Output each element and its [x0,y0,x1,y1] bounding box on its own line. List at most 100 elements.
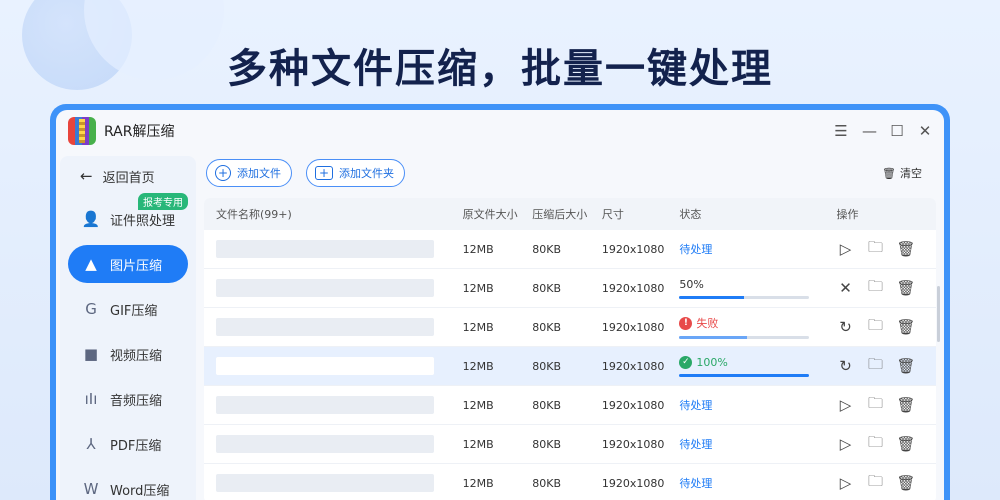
sidebar-item-label: 图片压缩 [110,258,163,274]
trash-icon[interactable]: 🗑 [897,396,916,414]
play-icon[interactable]: ▷ [837,435,855,453]
sidebar-item-word[interactable]: W Word压缩 [68,470,188,500]
image-compress-icon: ▲ [85,255,97,273]
back-home-button[interactable]: ← 返回首页 [60,156,196,196]
progress-bar [679,295,810,299]
id-photo-icon: 👤 [81,210,101,228]
main-panel: + 添加文件 + 添加文件夹 🗑 清空 文件名称(99+) 原文件大小 压缩后大… [204,156,940,500]
table-row[interactable]: 12MB 80KB 1920x1080 50% ✕ 🗀 🗑 [204,269,936,308]
compressed-size: 80KB [532,398,561,412]
back-home-label: 返回首页 [102,170,155,186]
menu-icon[interactable]: ☰ [834,122,848,140]
clear-label: 清空 [900,167,922,180]
header-compressed-size[interactable]: 压缩后大小 [532,206,602,222]
status-text: 待处理 [679,399,713,412]
add-folder-button[interactable]: + 添加文件夹 [306,159,405,187]
app-title: RAR解压缩 [104,124,175,140]
folder-icon[interactable]: 🗀 [867,237,885,262]
add-file-button[interactable]: + 添加文件 [206,159,292,187]
header-operations: 操作 [836,208,859,221]
header-name[interactable]: 文件名称(99+) [204,206,463,222]
window-controls: ☰ — ☐ ✕ [834,122,932,140]
file-name-placeholder [216,279,434,297]
clear-button[interactable]: 🗑 清空 [882,165,922,181]
retry-icon[interactable]: ↻ [837,318,855,336]
compressed-size: 80KB [532,359,561,373]
orig-size: 12MB [462,281,494,295]
progress-fill [679,336,747,339]
sidebar-item-image-compress[interactable]: ▲ 图片压缩 [68,245,188,283]
trash-icon[interactable]: 🗑 [897,318,916,336]
trash-icon[interactable]: 🗑 [897,435,916,453]
maximize-icon[interactable]: ☐ [890,122,904,140]
headline: 多种文件压缩，批量一键处理 [227,46,773,92]
app-window-frame: RAR解压缩 ☰ — ☐ ✕ ← 返回首页 👤 证件照处理 报考专用 ▲ 图片压… [50,104,950,500]
dimensions: 1920x1080 [601,476,665,490]
sidebar-item-label: PDF压缩 [110,438,162,454]
folder-icon[interactable]: 🗀 [867,354,885,379]
table-scrollbar[interactable] [937,286,940,342]
table-row[interactable]: 12MB 80KB 1920x1080 ✓ 100% ↻ 🗀 🗑 [204,347,936,386]
table-row[interactable]: 12MB 80KB 1920x1080 待处理 ▷ 🗀 🗑 [204,425,936,464]
status-text: 100% [696,355,728,369]
header-dimensions[interactable]: 尺寸 [602,206,680,222]
header-orig-size[interactable]: 原文件大小 [463,206,533,222]
sidebar-item-label: Word压缩 [110,483,170,499]
sidebar-item-video[interactable]: ■ 视频压缩 [68,335,188,373]
pdf-icon: ⅄ [86,435,96,453]
header-status[interactable]: 状态 [679,206,836,222]
play-icon[interactable]: ▷ [837,474,855,492]
progress-fill [679,295,745,299]
exam-badge: 报考专用 [138,193,188,210]
retry-icon[interactable]: ↻ [837,357,855,375]
close-icon[interactable]: ✕ [918,122,932,140]
trash-icon[interactable]: 🗑 [897,474,916,492]
folder-icon[interactable]: 🗀 [867,276,885,301]
word-icon: W [83,480,99,498]
dimensions: 1920x1080 [601,242,665,256]
folder-icon[interactable]: 🗀 [867,393,885,418]
dimensions: 1920x1080 [601,437,665,451]
trash-icon: 🗑 [882,166,896,180]
play-icon[interactable]: ▷ [837,396,855,414]
orig-size: 12MB [462,320,494,334]
folder-icon[interactable]: 🗀 [867,471,885,496]
plus-circle-icon: + [215,165,231,181]
file-name-placeholder [216,357,434,375]
dimensions: 1920x1080 [601,281,665,295]
folder-icon[interactable]: 🗀 [867,315,885,340]
trash-icon[interactable]: 🗑 [897,240,916,258]
status-text: 待处理 [679,438,713,451]
progress-bar [679,373,810,377]
sidebar-item-audio[interactable]: ıIı 音频压缩 [68,380,188,418]
minimize-icon[interactable]: — [862,122,877,140]
audio-icon: ıIı [84,390,98,408]
table-row[interactable]: 12MB 80KB 1920x1080 待处理 ▷ 🗀 🗑 [204,464,936,500]
status-text: 待处理 [679,243,713,256]
arrow-left-icon: ← [80,167,93,185]
cancel-icon[interactable]: ✕ [837,279,855,297]
play-icon[interactable]: ▷ [837,240,855,258]
table-row[interactable]: 12MB 80KB 1920x1080 待处理 ▷ 🗀 🗑 [204,230,936,269]
trash-icon[interactable]: 🗑 [897,357,916,375]
status-text: 失败 [696,317,719,330]
table-header: 文件名称(99+) 原文件大小 压缩后大小 尺寸 状态 操作 [204,198,936,230]
gif-icon: G [85,300,97,318]
progress-fill [679,373,810,377]
app-window: RAR解压缩 ☰ — ☐ ✕ ← 返回首页 👤 证件照处理 报考专用 ▲ 图片压… [56,110,944,500]
sidebar-item-pdf[interactable]: ⅄ PDF压缩 [68,425,188,463]
orig-size: 12MB [462,398,494,412]
sidebar-item-label: GIF压缩 [110,303,158,319]
file-name-placeholder [216,240,434,258]
compressed-size: 80KB [532,437,561,451]
sidebar-item-id-photo[interactable]: 👤 证件照处理 报考专用 [68,193,188,238]
orig-size: 12MB [462,476,494,490]
dimensions: 1920x1080 [601,359,665,373]
trash-icon[interactable]: 🗑 [897,279,916,297]
folder-plus-icon: + [315,166,333,180]
table-row[interactable]: 12MB 80KB 1920x1080 ! 失败 ↻ 🗀 🗑 [204,308,936,347]
folder-icon[interactable]: 🗀 [867,432,885,457]
table-row[interactable]: 12MB 80KB 1920x1080 待处理 ▷ 🗀 🗑 [204,386,936,425]
add-folder-label: 添加文件夹 [339,167,394,180]
sidebar-item-gif[interactable]: G GIF压缩 [68,290,188,328]
